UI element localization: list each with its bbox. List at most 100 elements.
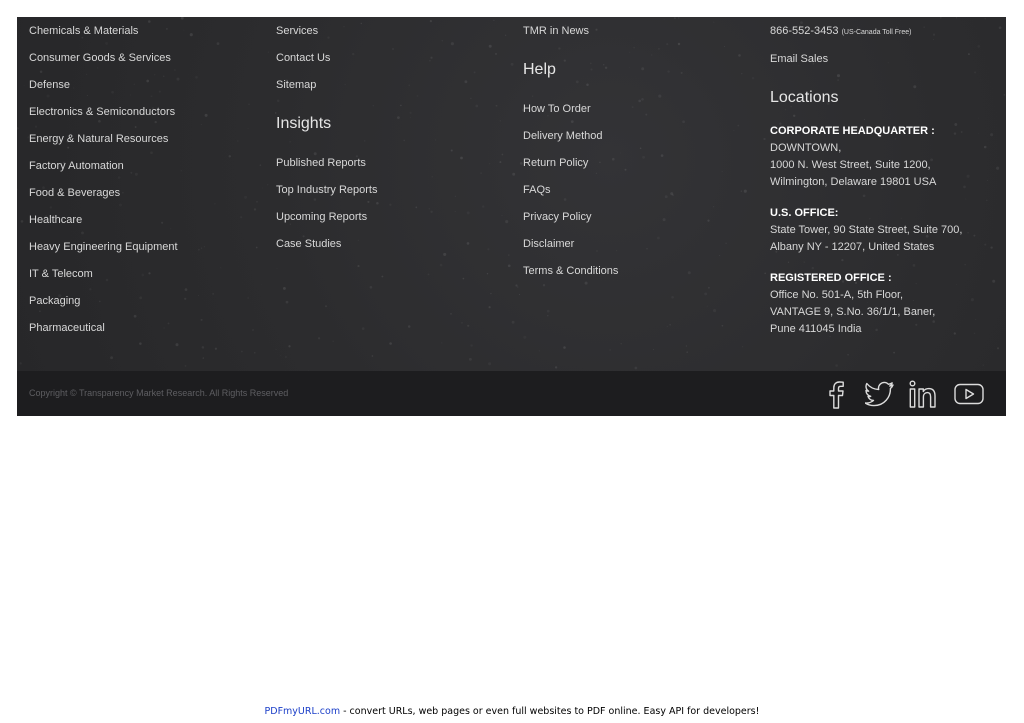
background-dot (641, 67, 645, 71)
background-dot (340, 197, 342, 199)
help-link[interactable]: Privacy Policy (523, 210, 591, 224)
background-dot (512, 172, 516, 176)
background-dot (724, 46, 726, 47)
insights-link[interactable]: Upcoming Reports (276, 210, 367, 224)
background-dot (965, 198, 967, 200)
background-dot (428, 208, 430, 210)
background-dot (586, 83, 589, 87)
background-dot (666, 43, 669, 46)
tmr-in-news-link[interactable]: TMR in News (523, 24, 589, 38)
background-dot (913, 85, 917, 89)
background-dot (19, 362, 22, 365)
background-dot (867, 302, 868, 303)
background-dot (216, 42, 220, 45)
background-dot (664, 195, 668, 199)
twitter-icon[interactable] (863, 377, 897, 411)
background-dot (237, 140, 239, 142)
background-dot (181, 170, 182, 171)
background-dot (122, 191, 124, 194)
background-dot (204, 113, 208, 117)
pdfmyurl-text: - convert URLs, web pages or even full w… (340, 706, 760, 717)
industry-link[interactable]: Food & Beverages (29, 186, 120, 200)
background-dot (146, 79, 150, 83)
background-dot (277, 100, 280, 103)
background-dot (864, 118, 866, 121)
background-dot (620, 343, 622, 345)
background-dot (200, 247, 203, 249)
help-link[interactable]: How To Order (523, 102, 591, 116)
background-dot (174, 69, 176, 71)
background-dot (189, 33, 193, 37)
background-dot (381, 275, 384, 278)
sitemap-link[interactable]: Sitemap (276, 78, 316, 92)
help-link[interactable]: Delivery Method (523, 129, 602, 143)
pdfmyurl-banner: PDFmyURL.com - convert URLs, web pages o… (0, 706, 1024, 717)
industry-link[interactable]: Packaging (29, 294, 80, 308)
background-dot (847, 353, 849, 356)
background-dot (39, 70, 43, 73)
background-dot (595, 28, 598, 31)
background-dot (629, 51, 631, 53)
help-link[interactable]: Disclaimer (523, 237, 574, 251)
background-dot (417, 95, 419, 97)
background-dot (150, 151, 153, 155)
industry-link[interactable]: Chemicals & Materials (29, 24, 138, 38)
industry-link[interactable]: Factory Automation (29, 159, 124, 173)
contact-us-link[interactable]: Contact Us (276, 51, 330, 65)
industry-link[interactable]: Defense (29, 78, 70, 92)
industry-link[interactable]: Heavy Engineering Equipment (29, 240, 178, 254)
background-dot (505, 220, 509, 224)
industry-link[interactable]: Pharmaceutical (29, 321, 105, 335)
background-dot (563, 59, 566, 62)
industry-link[interactable]: Healthcare (29, 213, 82, 227)
background-dot (441, 342, 443, 344)
background-dot (212, 293, 214, 295)
background-dot (893, 351, 895, 354)
background-dot (148, 272, 151, 275)
email-sales-link[interactable]: Email Sales (770, 52, 828, 66)
industry-link[interactable]: Consumer Goods & Services (29, 51, 171, 65)
background-dot (277, 268, 278, 269)
services-link[interactable]: Services (276, 24, 318, 38)
us-office-line: Albany NY - 12207, United States (770, 241, 935, 253)
background-dot (364, 140, 366, 142)
background-dot (151, 95, 153, 97)
industry-link[interactable]: IT & Telecom (29, 267, 93, 281)
help-link[interactable]: FAQs (523, 183, 551, 197)
insights-link[interactable]: Case Studies (276, 237, 341, 251)
background-dot (467, 211, 470, 214)
background-dot (841, 258, 844, 262)
background-dot (713, 309, 717, 313)
background-dot (787, 261, 790, 263)
help-link[interactable]: Terms & Conditions (523, 264, 618, 278)
background-dot (475, 104, 479, 108)
background-dot (468, 357, 472, 361)
background-dot (461, 322, 463, 324)
youtube-icon[interactable] (952, 377, 986, 411)
industry-link[interactable]: Electronics & Semiconductors (29, 105, 175, 119)
background-dot (441, 40, 443, 42)
background-dot (662, 218, 666, 222)
background-dot (869, 217, 871, 220)
background-dot (73, 87, 75, 89)
linkedin-icon[interactable] (907, 377, 941, 411)
background-dot (81, 231, 84, 235)
industry-link[interactable]: Energy & Natural Resources (29, 132, 168, 146)
help-link[interactable]: Return Policy (523, 156, 588, 170)
insights-heading: Insights (276, 115, 332, 132)
background-dot (713, 21, 715, 23)
background-dot (389, 203, 392, 206)
background-dot (248, 103, 250, 106)
background-dot (875, 328, 878, 332)
background-dot (244, 196, 247, 199)
pdfmyurl-link[interactable]: PDFmyURL.com (265, 706, 341, 717)
background-dot (98, 119, 101, 123)
background-dot (596, 250, 598, 252)
insights-link[interactable]: Published Reports (276, 156, 366, 170)
background-dot (803, 261, 805, 263)
background-dot (409, 112, 411, 114)
insights-link[interactable]: Top Industry Reports (276, 183, 378, 197)
phone-number[interactable]: 866-552-3453 (US-Canada Toll Free) (770, 24, 911, 40)
facebook-icon[interactable] (819, 377, 853, 411)
background-dot (733, 129, 735, 131)
